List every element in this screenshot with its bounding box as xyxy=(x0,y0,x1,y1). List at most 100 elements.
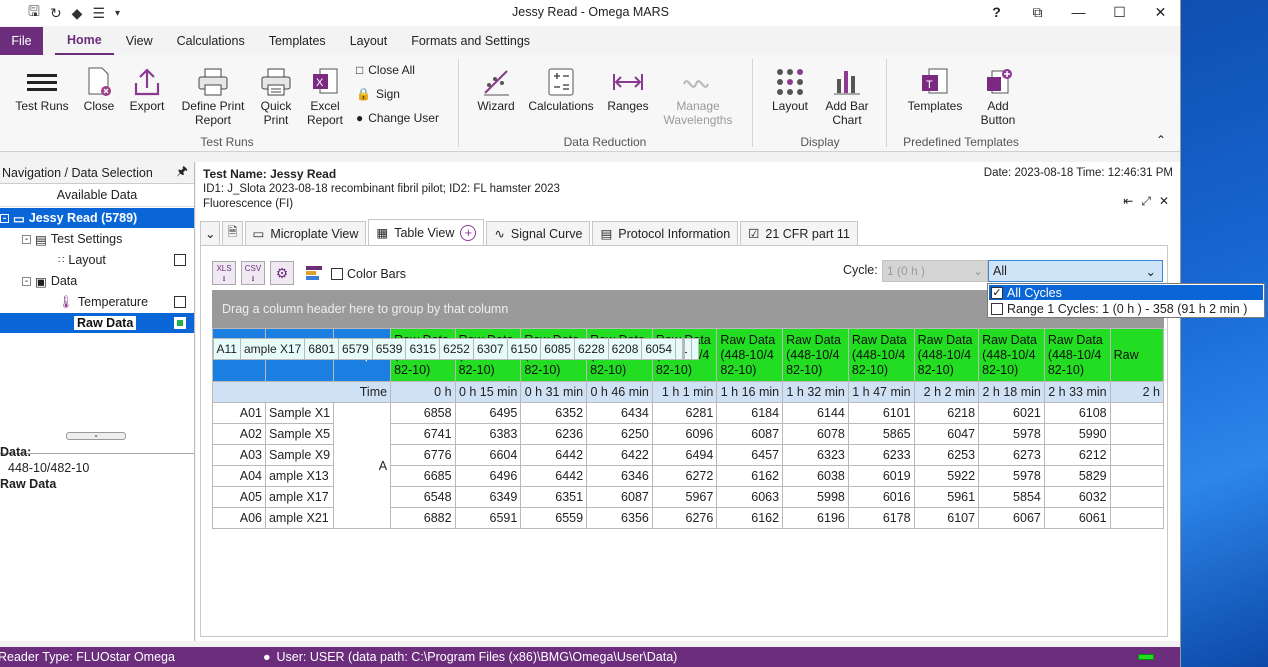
export-button[interactable]: Export xyxy=(124,65,170,113)
collapse-ribbon-icon[interactable]: ⌃ xyxy=(1156,133,1166,147)
table-row[interactable]: A01 Sample X1 A 6858 6495 6352 6434 6281 6184 614… xyxy=(212,402,1164,529)
svg-text:X: X xyxy=(316,77,324,89)
tab-formats-settings[interactable]: Formats and Settings xyxy=(399,27,542,55)
restore-ribbon-icon[interactable]: ⧉ xyxy=(1017,0,1058,24)
dropdown-item-range-1[interactable]: Range 1 Cycles: 1 (0 h ) - 358 (91 h 2 m… xyxy=(989,301,1263,316)
value-cell: 6196 xyxy=(782,507,849,529)
add-view-icon[interactable]: + xyxy=(460,224,477,241)
quick-print-button[interactable]: Quick Print xyxy=(256,65,296,127)
tree-item-test-run[interactable]: - ▭ Jessy Read (5789) xyxy=(0,208,194,228)
tree-item-data[interactable]: - ▣ Data xyxy=(22,271,77,291)
test-runs-button[interactable]: Test Runs xyxy=(12,65,72,113)
expand-icon[interactable]: ⤢ xyxy=(1141,194,1151,209)
raw-data-checkbox[interactable] xyxy=(174,317,186,329)
dropdown-item-all-cycles[interactable]: ✓ All Cycles xyxy=(989,285,1263,300)
temperature-checkbox[interactable] xyxy=(174,296,186,308)
settings-gear-button[interactable]: ⚙ xyxy=(270,261,294,285)
tab-21-cfr-part-11[interactable]: ☑ 21 CFR part 11 xyxy=(740,221,858,245)
tree-item-temperature[interactable]: 🌡 Temperature xyxy=(58,292,148,312)
value-cell: 6019 xyxy=(847,465,915,487)
save-icon[interactable]: 🖫 xyxy=(28,1,40,25)
undo-icon[interactable]: ↻ xyxy=(50,5,62,22)
templates-button[interactable]: T Templates xyxy=(902,65,968,113)
column-header-raw-data[interactable]: Raw Data(448-10/482-10) xyxy=(847,328,915,382)
add-button-button[interactable]: Add Button xyxy=(976,65,1020,127)
close-button[interactable]: ✕ xyxy=(1140,0,1180,24)
tab-microplate-view[interactable]: ▭ Microplate View xyxy=(244,221,367,245)
tab-templates[interactable]: Templates xyxy=(257,27,338,55)
layout-label: Layout xyxy=(771,99,809,113)
grid-icon: ∷ xyxy=(58,254,65,266)
tab-signal-curve[interactable]: ∿ Signal Curve xyxy=(486,221,591,245)
tree-item-raw-data[interactable]: Raw Data xyxy=(0,313,194,333)
eraser-icon[interactable]: ◆ xyxy=(72,5,83,22)
ranges-icon xyxy=(604,65,652,99)
collapse-icon[interactable]: - xyxy=(22,234,31,244)
column-header-raw-data[interactable]: Raw Data(448-10/482-10) xyxy=(782,328,849,382)
close-run-button[interactable]: Close xyxy=(78,65,120,113)
value-cell: 6422 xyxy=(586,444,653,466)
settings-icon: ▤ xyxy=(35,232,47,247)
minimize-button[interactable]: — xyxy=(1058,0,1099,24)
value-cell: 6162 xyxy=(716,465,784,487)
chevron-down-icon: ⌄ xyxy=(972,264,983,278)
collapse-panel-icon[interactable]: ⇤ xyxy=(1123,194,1133,209)
tab-layout[interactable]: Layout xyxy=(338,27,400,55)
plate-layout-icon xyxy=(768,65,812,99)
tree-item-layout[interactable]: ∷ Layout xyxy=(58,250,106,270)
close-all-button[interactable]: □ Close All xyxy=(356,63,415,77)
change-user-button[interactable]: ● Change User xyxy=(356,111,439,125)
column-header-raw-data[interactable]: Raw Data(448-10/482-10) xyxy=(1043,328,1111,382)
tab-protocol-information[interactable]: ▤ Protocol Information xyxy=(592,221,739,245)
manage-wavelengths-button[interactable]: Manage Wavelengths xyxy=(660,65,736,127)
splitter-handle[interactable]: ⌄ xyxy=(66,432,126,440)
color-bars-checkbox[interactable] xyxy=(331,268,343,280)
new-window-button[interactable]: 🗎 xyxy=(222,221,243,245)
tab-table-view[interactable]: ▦ Table View + xyxy=(368,219,485,245)
tab-calculations[interactable]: Calculations xyxy=(165,27,257,55)
cycle-select[interactable]: 1 (0 h ) ⌄ xyxy=(882,260,988,282)
temperature-label: Temperature xyxy=(77,295,149,309)
ribbon-separator xyxy=(458,59,459,147)
export-csv-button[interactable]: CSV ⭳ xyxy=(241,261,265,285)
close-document-icon xyxy=(78,65,120,99)
close-panel-icon[interactable]: ✕ xyxy=(1159,194,1169,209)
cycle-filter-select[interactable]: All ⌄ xyxy=(988,260,1163,282)
layout-checkbox[interactable] xyxy=(174,254,186,266)
sign-button[interactable]: 🔒 Sign xyxy=(356,87,400,101)
ribbon-separator xyxy=(886,59,887,147)
customize-toolbar-icon[interactable]: ▾ xyxy=(115,8,120,19)
ranges-button[interactable]: Ranges xyxy=(604,65,652,113)
range-checkbox[interactable] xyxy=(991,302,1003,315)
add-bar-chart-button[interactable]: Add Bar Chart xyxy=(820,65,874,127)
calculations-button[interactable]: Calculations xyxy=(528,65,594,113)
layout-button[interactable]: Layout xyxy=(768,65,812,113)
info-data-label: Data: xyxy=(0,445,32,459)
column-header-raw-data[interactable]: Raw xyxy=(1109,328,1164,382)
excel-report-button[interactable]: X Excel Report xyxy=(302,65,348,127)
wizard-button[interactable]: Wizard xyxy=(474,65,518,113)
list-icon[interactable]: ☰ xyxy=(92,5,105,22)
column-header-raw-data[interactable]: Raw Data(448-10/482-10) xyxy=(716,328,784,382)
value-cell: 6281 xyxy=(651,402,718,424)
export-xls-button[interactable]: XLS ⭳ xyxy=(212,261,236,285)
layout-label: Layout xyxy=(68,253,106,267)
tabs-dropdown[interactable]: ⌄ xyxy=(200,221,221,245)
table-row[interactable]: A11 ample X17 6801 6579 6539 6315 6252 6307 6150… xyxy=(212,338,684,360)
column-header-raw-data[interactable]: Raw Data(448-10/482-10) xyxy=(913,328,980,382)
tree-item-test-settings[interactable]: - ▤ Test Settings xyxy=(22,229,122,249)
collapse-icon[interactable]: - xyxy=(0,213,9,223)
header-line: Raw Data xyxy=(917,332,973,347)
value-cell: 6349 xyxy=(454,486,522,508)
checkmark-icon[interactable]: ✓ xyxy=(991,286,1003,299)
maximize-button[interactable]: ☐ xyxy=(1099,0,1140,24)
pin-icon[interactable]: 🖈 xyxy=(176,162,188,183)
column-header-raw-data[interactable]: Raw Data(448-10/482-10) xyxy=(978,328,1045,382)
value-cell: 6356 xyxy=(586,507,653,529)
file-menu[interactable]: File xyxy=(0,27,43,55)
tab-home[interactable]: Home xyxy=(55,27,114,55)
tab-view[interactable]: View xyxy=(114,27,165,55)
collapse-icon[interactable]: - xyxy=(22,276,31,286)
help-icon[interactable]: ? xyxy=(976,0,1017,24)
define-print-report-button[interactable]: Define Print Report xyxy=(176,65,250,127)
